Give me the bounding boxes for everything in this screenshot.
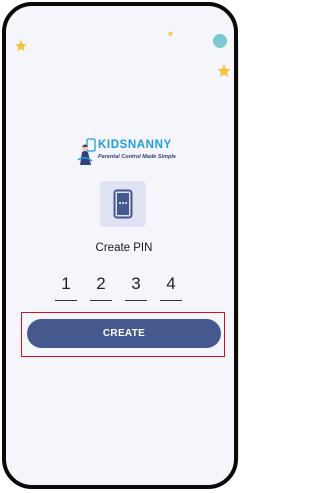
page-title: Create PIN [95, 242, 153, 254]
logo-tagline: Parental Control Made Simple [98, 154, 176, 160]
pin-digit-4[interactable]: 4 [159, 274, 183, 294]
phone-frame: KIDSNANNY Parental Control Made Simple C… [2, 2, 238, 489]
decorative-dot [213, 34, 227, 48]
star-icon [15, 40, 27, 52]
pin-digit-3[interactable]: 3 [124, 274, 148, 294]
star-icon [167, 30, 174, 37]
pin-underline [125, 300, 147, 301]
pin-digit-2[interactable]: 2 [89, 274, 113, 294]
pin-underline [55, 300, 77, 301]
logo-brand: KIDSNANNY [98, 139, 172, 151]
pin-icon-tile [100, 181, 146, 227]
pin-underline [160, 300, 182, 301]
phone-keypad-icon [113, 189, 133, 219]
kidsnanny-logo: KIDSNANNY Parental Control Made Simple [76, 137, 186, 167]
star-icon [217, 64, 231, 77]
pin-underline [90, 300, 112, 301]
create-button[interactable]: CREATE [27, 319, 221, 348]
nanny-figure-icon [77, 138, 96, 165]
pin-digit-1[interactable]: 1 [54, 274, 78, 294]
